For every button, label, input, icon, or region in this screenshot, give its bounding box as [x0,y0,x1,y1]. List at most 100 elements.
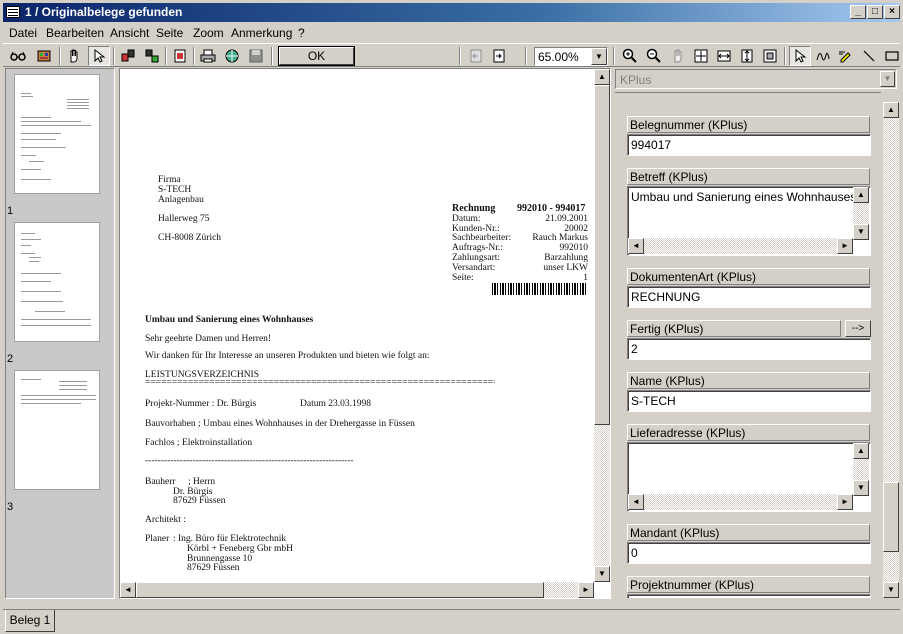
panel-scroll-thumb[interactable] [883,482,899,552]
scroll-down-icon[interactable]: ▼ [853,480,869,496]
fit-width-icon[interactable] [713,46,735,66]
lieferadresse-hscroll[interactable]: ◄ ► [628,494,853,510]
menu-datei[interactable]: Datei [9,26,37,40]
menu-zoom[interactable]: Zoom [193,26,224,40]
scroll-right-icon[interactable]: ► [837,238,853,254]
doc-planer-label: Planer [145,534,170,544]
page-number-3: 3 [7,501,14,513]
scroll-down-icon[interactable]: ▼ [883,582,899,598]
lieferadresse-field[interactable]: ▲ ▼ ◄ ► [627,442,871,512]
toolbar-separator [459,47,461,65]
doc-greeting: Sehr geehrte Damen und Herren! [145,334,272,344]
close-button[interactable]: × [884,5,900,19]
scroll-up-icon[interactable]: ▲ [853,187,869,203]
previous-page-icon[interactable] [465,46,487,66]
scroll-left-icon[interactable]: ◄ [120,582,136,598]
doc-projekt: Projekt-Nummer : Dr. Bürgis [145,399,257,409]
panel-scrollbar[interactable]: ▲ ▼ [883,102,899,598]
doc-bauvorhaben: Bauvorhaben ; Umbau eines Wohnhauses in … [145,419,415,429]
highlighter-icon[interactable] [835,46,857,66]
scroll-left-icon[interactable]: ◄ [628,238,644,254]
menu-bar: Datei Bearbeiten Ansicht Seite Zoom Anme… [3,23,900,42]
fit-height-icon[interactable] [736,46,758,66]
meta-key: Versandart: [452,263,496,273]
lieferadresse-vscroll[interactable]: ▲ ▼ [853,443,869,496]
meta-key: Auftrags-Nr.: [452,243,503,253]
window-title: 1 / Originalbelege gefunden [25,5,183,19]
move-pages-icon[interactable] [117,46,139,66]
doc-horizontal-scrollbar[interactable]: ◄ ► [120,582,594,598]
sender-line-1: Firma [158,175,181,185]
scroll-up-icon[interactable]: ▲ [853,443,869,459]
mandant-field[interactable]: 0 [627,542,871,564]
scroll-right-icon[interactable]: ► [578,582,594,598]
save-disk-icon[interactable] [245,46,267,66]
app-icon[interactable] [6,6,20,18]
toolbar-separator [113,47,115,65]
page-thumbnail-2[interactable] [14,222,100,342]
swap-pages-icon[interactable] [141,46,163,66]
scroll-left-icon[interactable]: ◄ [628,494,644,510]
index-panel: KPlus ▼ Belegnummer (KPlus) 994017 Betre… [615,68,901,599]
scroll-up-icon[interactable]: ▲ [594,69,610,85]
rectangle-tool-icon[interactable] [881,46,903,66]
chevron-down-icon[interactable]: ▼ [880,71,895,87]
menu-bearbeiten[interactable]: Bearbeiten [46,26,104,40]
select-arrow-icon[interactable] [789,46,811,66]
betreff-hscroll[interactable]: ◄ ► [628,238,853,254]
betreff-vscroll[interactable]: ▲ ▼ [853,187,869,240]
meta-key: Sachbearbeiter: [452,233,512,243]
scroll-right-icon[interactable]: ► [837,494,853,510]
doc-hscroll-thumb[interactable] [136,582,544,598]
scroll-down-icon[interactable]: ▼ [594,566,610,582]
web-globe-icon[interactable] [221,46,243,66]
line-tool-icon[interactable] [858,46,880,66]
doc-vscroll-thumb[interactable] [594,85,610,425]
fields-list: Belegnummer (KPlus) 994017 Betreff (KPlu… [615,92,881,598]
belegnummer-field[interactable]: 994017 [627,134,871,156]
maximize-button[interactable]: □ [867,5,883,19]
menu-seite[interactable]: Seite [156,26,183,40]
document-viewer[interactable]: Firma S-TECH Anlagenbau Hallerweg 75 CH-… [119,68,611,599]
zoom-value: 65.00% [538,50,579,64]
print-icon[interactable] [197,46,219,66]
scroll-down-icon[interactable]: ▼ [853,224,869,240]
freehand-icon[interactable] [812,46,834,66]
name-field[interactable]: S-TECH [627,390,871,412]
hand-tool-icon[interactable] [63,46,85,66]
doc-planer-line: 87629 Füssen [187,563,240,573]
pointer-tool-icon[interactable] [88,46,110,66]
betreff-field[interactable]: Umbau und Sanierung eines Wohnhauses ▲ ▼… [627,186,871,256]
menu-help[interactable]: ? [298,26,305,40]
grid-settings-icon[interactable] [33,46,55,66]
projektnummer-field[interactable] [627,594,871,598]
ok-button[interactable]: OK [278,46,355,66]
sender-city: CH-8008 Zürich [158,233,222,243]
page-thumbnail-1[interactable] [14,74,100,194]
panel-selector[interactable]: KPlus ▼ [615,69,897,89]
pan-hand-icon[interactable] [667,46,689,66]
doc-vertical-scrollbar[interactable]: ▲ ▼ [594,69,610,582]
fertig-field[interactable]: 2 [627,338,871,360]
tab-beleg-1[interactable]: Beleg 1 [5,610,55,632]
doc-rule: ========================================… [145,378,495,388]
zoom-out-icon[interactable] [643,46,665,66]
zoom-select[interactable]: 65.00% ▼ [534,47,608,66]
page-thumbnail-3[interactable] [14,370,100,490]
menu-anmerkung[interactable]: Anmerkung [231,26,292,40]
next-page-icon[interactable] [488,46,510,66]
chevron-down-icon[interactable]: ▼ [591,48,607,65]
export-document-icon[interactable] [169,46,191,66]
menu-ansicht[interactable]: Ansicht [110,26,149,40]
meta-value: Barzahlung [544,253,588,263]
title-bar: 1 / Originalbelege gefunden _ □ × [3,3,900,22]
fertig-arrow-button[interactable]: --> [845,320,871,337]
dokumentenart-field[interactable]: RECHNUNG [627,286,871,308]
scroll-up-icon[interactable]: ▲ [883,102,899,118]
minimize-button[interactable]: _ [850,5,866,19]
actual-size-icon[interactable] [759,46,781,66]
fit-page-icon[interactable] [690,46,712,66]
glasses-icon[interactable] [7,46,29,66]
doc-architekt: Architekt : [145,515,186,525]
zoom-in-icon[interactable] [619,46,641,66]
